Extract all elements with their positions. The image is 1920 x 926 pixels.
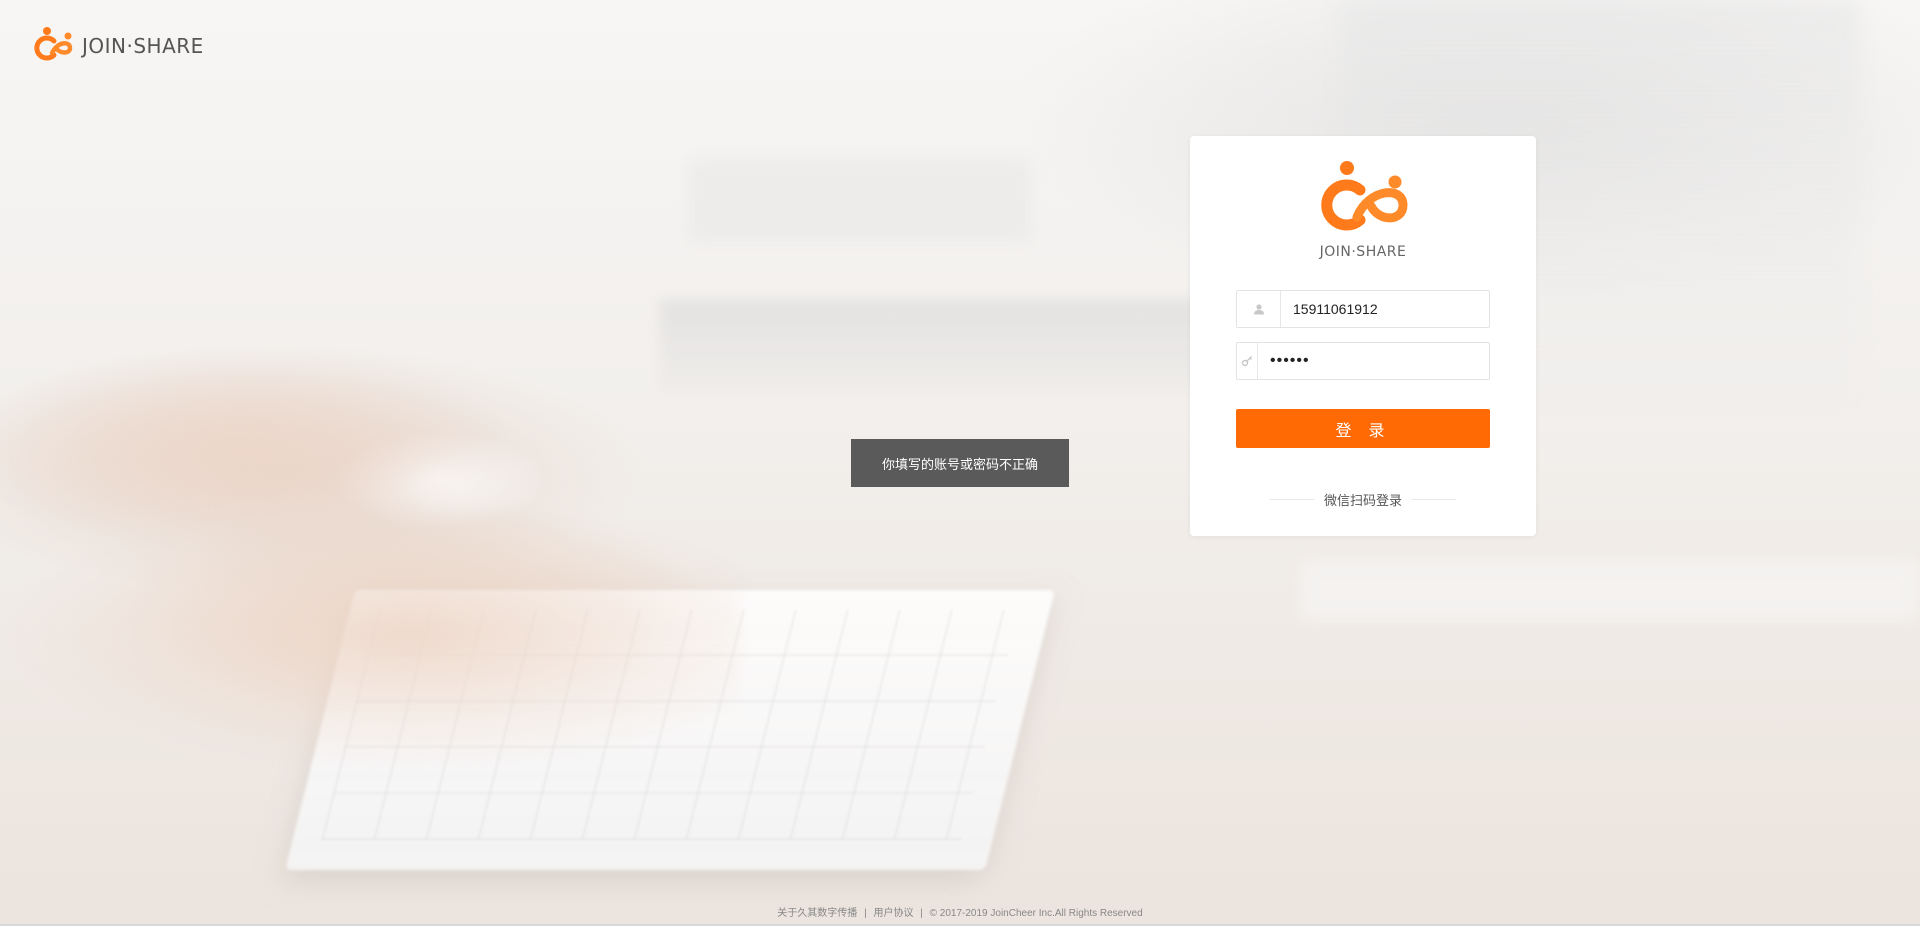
background-hand [0, 350, 520, 550]
error-toast-message: 你填写的账号或密码不正确 [881, 457, 1038, 473]
card-brand-name: JOIN·SHARE [1319, 244, 1407, 260]
username-input[interactable] [1281, 291, 1489, 327]
join-share-logo-icon [1321, 161, 1408, 231]
wechat-login-link[interactable]: 微信扫码登录 [1324, 490, 1402, 509]
background-hand [0, 500, 740, 770]
about-link[interactable]: 关于久其数字传播 [777, 908, 857, 919]
background-keyboard-keys [321, 610, 1019, 840]
card-logo: JOIN·SHARE [1190, 160, 1536, 260]
key-icon [1237, 343, 1258, 379]
background-desk [1300, 560, 1920, 620]
brand-name: JOIN·SHARE [82, 34, 204, 58]
divider [1412, 499, 1457, 500]
background-mouse [330, 430, 550, 530]
background-keyboard [285, 590, 1055, 870]
footer: 关于久其数字传播 | 用户协议 | © 2017-2019 JoinCheer … [0, 904, 1920, 919]
password-input[interactable] [1258, 343, 1489, 379]
user-icon [1237, 291, 1281, 327]
background-decoration [660, 300, 1220, 390]
user-agreement-link[interactable]: 用户协议 [873, 908, 913, 919]
login-button[interactable]: 登 录 [1236, 409, 1490, 448]
divider [1270, 499, 1314, 500]
join-share-logo-icon [34, 27, 73, 61]
error-toast: 你填写的账号或密码不正确 [851, 439, 1069, 487]
footer-separator: | [864, 908, 867, 919]
footer-separator: | [920, 908, 923, 919]
background-decoration [690, 160, 1030, 240]
password-field [1236, 342, 1490, 380]
login-card: JOIN·SHARE 登 录 微信扫码登录 [1190, 136, 1536, 536]
header-logo[interactable]: JOIN·SHARE [34, 26, 204, 66]
wechat-login-row: 微信扫码登录 [1270, 490, 1457, 509]
username-field [1236, 290, 1490, 328]
copyright-text: © 2017-2019 JoinCheer Inc.All Rights Res… [929, 908, 1143, 919]
